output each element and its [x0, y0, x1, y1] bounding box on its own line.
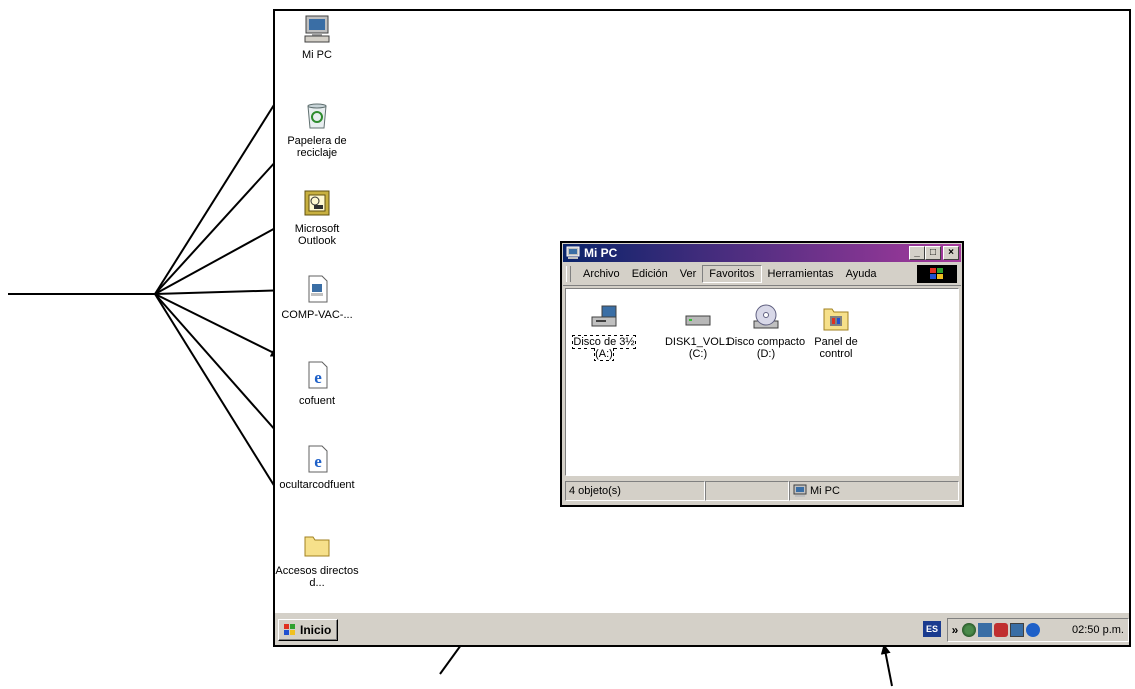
desktop-icon-label: Microsoft Outlook	[294, 223, 340, 247]
arrow-to-outlook	[154, 219, 291, 295]
internet-explorer-icon: e	[308, 361, 328, 389]
cd-drive-icon	[753, 304, 779, 329]
arrow-to-comp-vac	[154, 285, 291, 296]
arrow-to-papelera	[154, 147, 289, 295]
menu-ayuda[interactable]: Ayuda	[840, 266, 883, 282]
computer-icon	[304, 15, 330, 43]
windows-flag-icon	[917, 265, 957, 283]
arrow-to-taskbar	[880, 644, 893, 687]
desktop-icon-comp-vac[interactable]: COMP-VAC-...	[275, 273, 359, 321]
desktop-icon-papelera[interactable]: Papelera de reciclaje	[275, 99, 359, 159]
control-panel[interactable]: Panel de control	[800, 303, 872, 360]
status-count: 4 objeto(s)	[565, 481, 705, 501]
menu-bar: Archivo Edición Ver Favoritos Herramient…	[563, 263, 961, 286]
display-icon[interactable]	[1010, 623, 1024, 637]
users-icon[interactable]	[994, 623, 1008, 637]
desktop-icon-mi-pc[interactable]: Mi PC	[275, 13, 359, 61]
status-location: Mi PC	[789, 481, 959, 501]
system-tray: » 02:50 p.m.	[947, 618, 1129, 642]
floppy-drive-icon	[591, 305, 617, 327]
menu-grip[interactable]	[566, 266, 571, 282]
menu-ver[interactable]: Ver	[674, 266, 703, 282]
desktop-icon-label: Papelera de reciclaje	[287, 135, 347, 159]
taskbar: Inicio ES » 02:50 p.m.	[275, 612, 1129, 645]
computer-icon	[793, 484, 807, 497]
menu-favoritos[interactable]: Favoritos	[702, 265, 762, 283]
desktop-icon-label: Mi PC	[302, 49, 332, 61]
window-title: Mi PC	[584, 246, 618, 260]
network-disconnected-icon[interactable]	[978, 623, 992, 637]
drive-label: Disco de 3½ (A:)	[572, 335, 636, 361]
desktop-icon-label: COMP-VAC-...	[281, 309, 353, 321]
hard-drive-icon	[685, 315, 711, 326]
folder-icon	[304, 536, 330, 557]
windows-logo-icon	[284, 624, 295, 635]
shortcut-file-icon	[308, 275, 328, 303]
clock[interactable]: 02:50 p.m.	[1072, 624, 1124, 636]
maximize-button[interactable]: □	[925, 246, 941, 260]
menu-herramientas[interactable]: Herramientas	[762, 266, 840, 282]
arrow-to-cofuent	[154, 293, 281, 357]
close-button[interactable]: ×	[943, 246, 959, 260]
language-indicator[interactable]: ES	[923, 621, 941, 637]
network-globe-icon[interactable]	[962, 623, 976, 637]
computer-icon	[566, 246, 580, 259]
desktop-icon-ocultarcodfuent[interactable]: e ocultarcodfuent	[275, 443, 359, 491]
control-panel-icon	[823, 308, 849, 331]
window-titlebar[interactable]: Mi PC _ □ ×	[563, 244, 961, 262]
tray-expand-chevron[interactable]: »	[948, 623, 962, 637]
desktop-icon-accesos[interactable]: Accesos directos d...	[275, 529, 359, 589]
menu-archivo[interactable]: Archivo	[577, 266, 626, 282]
start-button-label: Inicio	[300, 623, 332, 637]
svg-text:e: e	[314, 368, 322, 387]
start-button[interactable]: Inicio	[278, 619, 338, 641]
menu-edicion[interactable]: Edición	[626, 266, 674, 282]
drive-c[interactable]: DISK1_VOL1 (C:)	[662, 303, 734, 360]
desktop-icon-cofuent[interactable]: e cofuent	[275, 359, 359, 407]
messenger-icon[interactable]	[1026, 623, 1040, 637]
minimize-button[interactable]: _	[909, 246, 925, 260]
outlook-icon	[304, 190, 330, 216]
drive-label: Disco compacto (D:)	[726, 336, 806, 360]
desktop-icon-label: cofuent	[298, 395, 336, 407]
folder-content: Disco de 3½ (A:) DISK1_VOL1 (C:) Disco c…	[565, 288, 959, 476]
mi-pc-window: Mi PC _ □ × Archivo Edición Ver Favorito…	[560, 241, 964, 507]
status-bar: 4 objeto(s) Mi PC	[565, 481, 959, 501]
recycle-bin-icon	[307, 103, 327, 129]
window-controls: _ □ ×	[909, 246, 959, 260]
drive-floppy[interactable]: Disco de 3½ (A:)	[568, 303, 640, 361]
internet-explorer-icon: e	[308, 445, 328, 473]
status-location-label: Mi PC	[810, 485, 840, 497]
drive-label: Panel de control	[814, 336, 858, 360]
desktop-icon-label: ocultarcodfuent	[279, 479, 355, 491]
drive-label: DISK1_VOL1 (C:)	[664, 336, 732, 360]
desktop-icon-outlook[interactable]: Microsoft Outlook	[275, 187, 359, 247]
arrow-to-ocultarcodfuent	[154, 293, 285, 441]
status-spacer	[705, 481, 789, 501]
svg-text:e: e	[314, 452, 322, 471]
desktop-icon-label: Accesos directos d...	[275, 565, 359, 589]
drive-d[interactable]: Disco compacto (D:)	[726, 303, 806, 360]
